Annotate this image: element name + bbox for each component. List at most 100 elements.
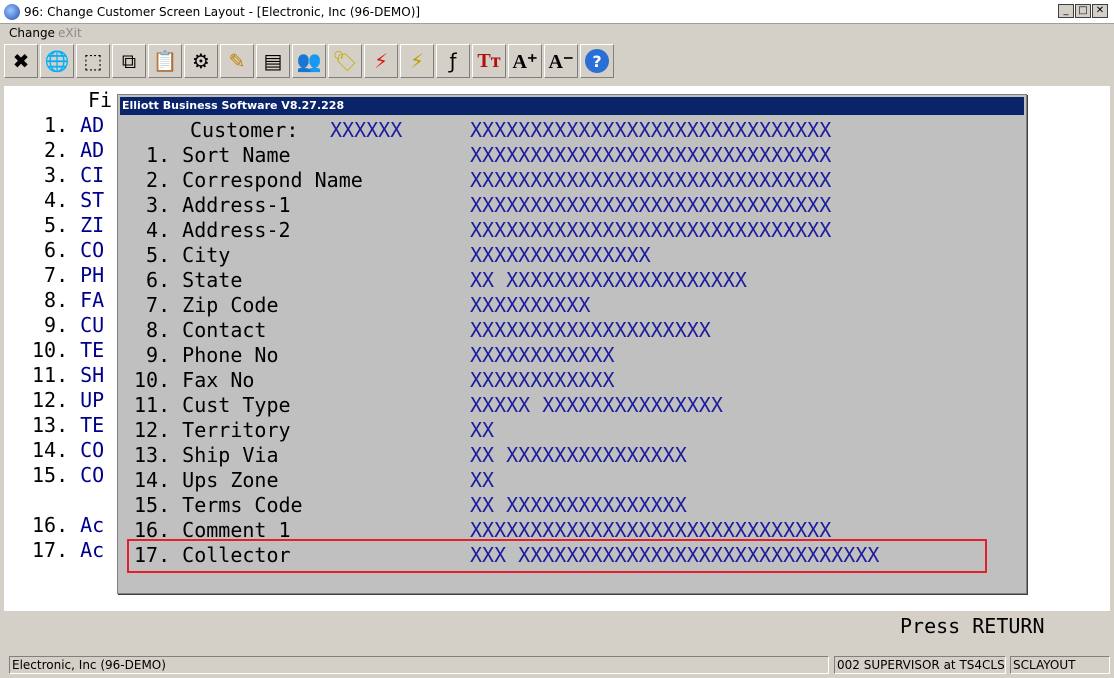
background-row-number: 6.	[32, 238, 69, 262]
background-row-number: 4.	[32, 188, 69, 212]
field-row[interactable]: 1. Sort Name XXXXXXXXXXXXXXXXXXXXXXXXXXXX…	[118, 143, 1026, 168]
background-row-text: UP	[80, 388, 105, 412]
background-row: 16. Ac	[32, 513, 104, 537]
window-lightning-button[interactable]: ⚡	[400, 44, 434, 78]
field-row[interactable]: 14. Ups Zone XX	[118, 468, 1026, 493]
select-icon: ⬚	[83, 49, 103, 73]
field-row[interactable]: 11. Cust Type XXXXX XXXXXXXXXXXXXXX	[118, 393, 1026, 418]
users-button[interactable]: 👥	[292, 44, 326, 78]
field-label: 13. Ship Via	[134, 443, 279, 467]
app-globe-icon	[4, 4, 20, 20]
background-row: 5. ZI	[32, 213, 104, 237]
font-increase-icon: A⁺	[512, 50, 538, 73]
field-value: XX	[470, 468, 495, 492]
background-row-number: 9.	[32, 313, 69, 337]
minimize-button[interactable]: _	[1058, 4, 1074, 18]
font-tt-button[interactable]: Tт	[472, 44, 506, 78]
window-title: 96: Change Customer Screen Layout - [Ele…	[24, 5, 421, 19]
field-row[interactable]: 4. Address-2 XXXXXXXXXXXXXXXXXXXXXXXXXXXX…	[118, 218, 1026, 243]
field-row[interactable]: 6. State XX XXXXXXXXXXXXXXXXXXXX	[118, 268, 1026, 293]
field-value: XX XXXXXXXXXXXXXXX	[470, 443, 687, 467]
background-row-text: CI	[80, 163, 105, 187]
customer-name: XXXXXXXXXXXXXXXXXXXXXXXXXXXXXX	[470, 118, 832, 142]
field-row[interactable]: 2. Correspond Name XXXXXXXXXXXXXXXXXXXXXX…	[118, 168, 1026, 193]
globe-icon: 🌐	[44, 49, 70, 73]
select-button[interactable]: ⬚	[76, 44, 110, 78]
field-label: 15. Terms Code	[134, 493, 303, 517]
notes-icon: ▤	[263, 49, 283, 73]
background-row: 14. CO	[32, 438, 104, 462]
notes-button[interactable]: ▤	[256, 44, 290, 78]
menu-change[interactable]: Change	[9, 26, 55, 40]
field-value: XXXXXXXXXXXXXXXXXXXXXXXXXXXXXX	[470, 143, 832, 167]
paste-button[interactable]: 📋	[148, 44, 182, 78]
background-row-number: 3.	[32, 163, 69, 187]
background-row: 17. Ac	[32, 538, 104, 562]
background-row-text: CO	[80, 438, 105, 462]
function-icon: ƒ	[449, 49, 457, 73]
field-row[interactable]: 10. Fax No XXXXXXXXXXXX	[118, 368, 1026, 393]
field-row[interactable]: 15. Terms Code XX XXXXXXXXXXXXXXX	[118, 493, 1026, 518]
background-row: 13. TE	[32, 413, 104, 437]
field-value: XX	[470, 418, 495, 442]
field-label: 3. Address-1	[134, 193, 291, 217]
help-button[interactable]: ?	[580, 44, 614, 78]
background-row: 10. TE	[32, 338, 104, 362]
field-label: 12. Territory	[134, 418, 291, 442]
field-row[interactable]: 9. Phone No XXXXXXXXXXXX	[118, 343, 1026, 368]
paste-icon: 📋	[152, 49, 178, 73]
field-row[interactable]: 5. City XXXXXXXXXXXXXXX	[118, 243, 1026, 268]
lightning-icon: ⚡	[373, 49, 389, 73]
globe-button[interactable]: 🌐	[40, 44, 74, 78]
field-label: 14. Ups Zone	[134, 468, 279, 492]
field-row[interactable]: 16. Comment 1 XXXXXXXXXXXXXXXXXXXXXXXXXXX…	[118, 518, 1026, 543]
field-row[interactable]: 7. Zip Code XXXXXXXXXX	[118, 293, 1026, 318]
field-row[interactable]: 12. Territory XX	[118, 418, 1026, 443]
background-row-number: 1.	[32, 113, 69, 137]
background-row: 4. ST	[32, 188, 104, 212]
font-decrease-button[interactable]: A⁻	[544, 44, 578, 78]
field-label: 1. Sort Name	[134, 143, 291, 167]
function-button[interactable]: ƒ	[436, 44, 470, 78]
field-row[interactable]: 17. Collector XXX XXXXXXXXXXXXXXXXXXXXXXX…	[118, 543, 1026, 568]
copy-button[interactable]: ⧉	[112, 44, 146, 78]
background-row-number: 5.	[32, 213, 69, 237]
field-value: XXXXXXXXXXXXXXXXXXXXXXXXXXXXXX	[470, 218, 832, 242]
background-row-text: PH	[80, 263, 105, 287]
status-program: SCLAYOUT	[1010, 656, 1110, 674]
background-row: 2. AD	[32, 138, 104, 162]
background-row-text: SH	[80, 363, 105, 387]
background-row-number: 10.	[32, 338, 69, 362]
field-row[interactable]: 3. Address-1 XXXXXXXXXXXXXXXXXXXXXXXXXXXX…	[118, 193, 1026, 218]
close-window-button[interactable]: ✕	[1092, 4, 1108, 18]
maximize-button[interactable]: □	[1075, 4, 1091, 18]
field-row[interactable]: 8. Contact XXXXXXXXXXXXXXXXXXXX	[118, 318, 1026, 343]
field-value: XX XXXXXXXXXXXXXXX	[470, 493, 687, 517]
edit-button[interactable]: ✎	[220, 44, 254, 78]
background-heading: Fi	[88, 88, 113, 112]
background-row: 8. FA	[32, 288, 104, 312]
tag-button[interactable]: 🏷	[328, 44, 362, 78]
background-row-number: 12.	[32, 388, 69, 412]
background-row-text: AD	[80, 113, 105, 137]
gear-button[interactable]: ⚙	[184, 44, 218, 78]
background-row-number: 14.	[32, 438, 69, 462]
field-row[interactable]: 13. Ship Via XX XXXXXXXXXXXXXXX	[118, 443, 1026, 468]
edit-icon: ✎	[228, 49, 246, 73]
field-value: XXXXX XXXXXXXXXXXXXXX	[470, 393, 723, 417]
field-label: 9. Phone No	[134, 343, 279, 367]
menu-exit[interactable]: eXit	[58, 26, 82, 40]
background-row-number: 16.	[32, 513, 69, 537]
background-row-number: 17.	[32, 538, 69, 562]
field-value: XXXXXXXXXXXX	[470, 343, 615, 367]
background-row-text: TE	[80, 413, 105, 437]
field-label: 8. Contact	[134, 318, 267, 342]
lightning-button[interactable]: ⚡	[364, 44, 398, 78]
font-increase-button[interactable]: A⁺	[508, 44, 542, 78]
gear-icon: ⚙	[192, 49, 210, 73]
field-value: XXXXXXXXXXXXXXX	[470, 243, 651, 267]
field-label: 5. City	[134, 243, 231, 267]
customer-label: Customer:	[190, 118, 299, 142]
close-x-button[interactable]: ✖	[4, 44, 38, 78]
menu-bar: Change eXit	[0, 24, 1114, 42]
